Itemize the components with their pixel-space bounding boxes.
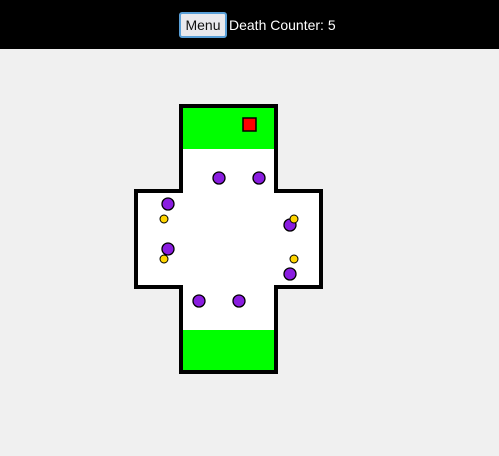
enemy-dot [192, 294, 206, 308]
top-bar: Menu Death Counter: 5 [0, 0, 499, 49]
enemy-dot [283, 267, 297, 281]
death-counter-label: Death Counter: [229, 17, 328, 33]
enemy-dot [161, 242, 175, 256]
death-counter: Death Counter: 5 [229, 16, 336, 34]
coin-dot [159, 254, 169, 264]
death-count-value: 5 [327, 17, 336, 33]
start-safe-zone [181, 106, 276, 149]
enemy-dot [232, 294, 246, 308]
menu-button[interactable]: Menu [179, 12, 227, 38]
coin-dot [289, 254, 299, 264]
coin-dot [289, 214, 299, 224]
player-square[interactable] [242, 117, 257, 132]
enemy-dot [161, 197, 175, 211]
enemy-dot [212, 171, 226, 185]
game-board [134, 104, 323, 374]
goal-safe-zone [181, 330, 276, 372]
enemy-dot [252, 171, 266, 185]
coin-dot [159, 214, 169, 224]
